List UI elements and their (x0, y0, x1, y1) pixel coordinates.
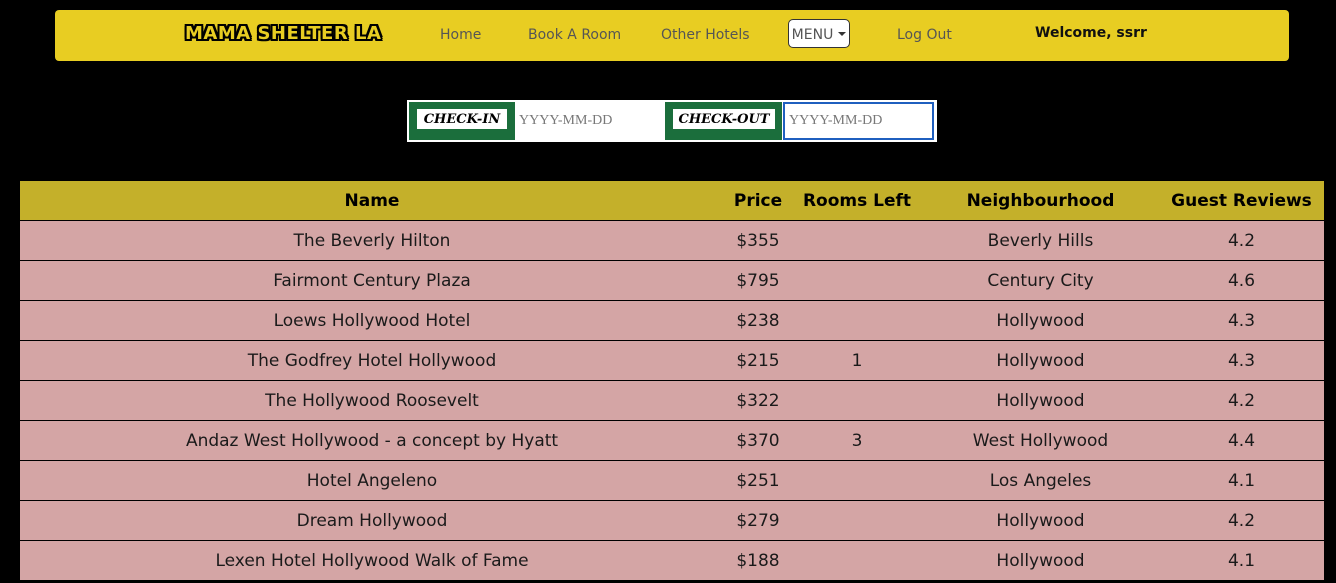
menu-dropdown-button[interactable]: MENU (788, 19, 850, 48)
hotel-rating: 4.3 (1159, 300, 1324, 341)
hotel-neighbourhood: Hollywood (922, 380, 1159, 421)
nav-other-hotels-link[interactable]: Other Hotels (661, 27, 750, 43)
navbar: MAMA SHELTER LA Home Book A Room Other H… (55, 10, 1289, 61)
hotel-price: $215 (724, 340, 792, 381)
hotel-name: Dream Hollywood (20, 500, 724, 541)
table-row[interactable]: The Hollywood Roosevelt $322 Hollywood 4… (20, 380, 1324, 421)
hotel-rating: 4.1 (1159, 460, 1324, 501)
hotel-rooms-left (792, 260, 922, 301)
hotel-rating: 4.2 (1159, 500, 1324, 541)
hotel-rooms-left (792, 460, 922, 501)
hotel-rooms-left (792, 220, 922, 261)
hotel-price: $251 (724, 460, 792, 501)
table-header-row: Name Price Rooms Left Neighbourhood Gues… (20, 181, 1324, 221)
hotel-rating: 4.4 (1159, 420, 1324, 461)
hotel-name: Loews Hollywood Hotel (20, 300, 724, 341)
checkout-label: CHECK-OUT (672, 108, 776, 130)
hotel-rating: 4.2 (1159, 380, 1324, 421)
brand-logo[interactable]: MAMA SHELTER LA (185, 23, 381, 44)
header-name[interactable]: Name (20, 181, 724, 221)
hotel-name: The Godfrey Hotel Hollywood (20, 340, 724, 381)
nav-home-link[interactable]: Home (440, 27, 481, 43)
hotel-rating: 4.1 (1159, 540, 1324, 580)
hotel-rating: 4.2 (1159, 220, 1324, 261)
hotel-rating: 4.6 (1159, 260, 1324, 301)
hotel-price: $188 (724, 540, 792, 580)
checkout-input[interactable] (783, 102, 934, 140)
checkin-label: CHECK-IN (416, 108, 508, 130)
hotel-rooms-left (792, 500, 922, 541)
hotels-table: Name Price Rooms Left Neighbourhood Gues… (20, 181, 1324, 580)
hotel-neighbourhood: Hollywood (922, 500, 1159, 541)
hotel-rooms-left (792, 380, 922, 421)
hotel-neighbourhood: Hollywood (922, 540, 1159, 580)
caret-down-icon (838, 32, 847, 36)
date-picker-bar: CHECK-IN CHECK-OUT (407, 100, 937, 142)
hotel-price: $279 (724, 500, 792, 541)
table-row[interactable]: Loews Hollywood Hotel $238 Hollywood 4.3 (20, 300, 1324, 341)
hotel-rooms-left (792, 300, 922, 341)
hotel-neighbourhood: Hollywood (922, 340, 1159, 381)
welcome-text: Welcome, ssrr (1035, 25, 1147, 41)
header-guest-reviews[interactable]: Guest Reviews (1159, 181, 1324, 221)
hotel-rooms-left (792, 540, 922, 580)
hotel-neighbourhood: Los Angeles (922, 460, 1159, 501)
logout-link[interactable]: Log Out (897, 27, 952, 43)
hotel-price: $795 (724, 260, 792, 301)
table-row[interactable]: Lexen Hotel Hollywood Walk of Fame $188 … (20, 540, 1324, 580)
hotel-neighbourhood: Hollywood (922, 300, 1159, 341)
table-row[interactable]: Andaz West Hollywood - a concept by Hyat… (20, 420, 1324, 461)
hotel-name: Andaz West Hollywood - a concept by Hyat… (20, 420, 724, 461)
header-price[interactable]: Price (724, 181, 792, 221)
hotel-name: The Beverly Hilton (20, 220, 724, 261)
hotel-price: $370 (724, 420, 792, 461)
hotel-name: Fairmont Century Plaza (20, 260, 724, 301)
hotel-rooms-left: 1 (792, 340, 922, 381)
hotel-price: $322 (724, 380, 792, 421)
table-row[interactable]: The Godfrey Hotel Hollywood $215 1 Holly… (20, 340, 1324, 381)
nav-book-room-link[interactable]: Book A Room (528, 27, 621, 43)
header-rooms-left[interactable]: Rooms Left (792, 181, 922, 221)
hotel-rating: 4.3 (1159, 340, 1324, 381)
hotel-name: Lexen Hotel Hollywood Walk of Fame (20, 540, 724, 580)
hotel-price: $238 (724, 300, 792, 341)
table-row[interactable]: The Beverly Hilton $355 Beverly Hills 4.… (20, 220, 1324, 261)
header-neighbourhood[interactable]: Neighbourhood (922, 181, 1159, 221)
menu-label: MENU (791, 27, 834, 43)
hotel-name: The Hollywood Roosevelt (20, 380, 724, 421)
hotel-neighbourhood: Century City (922, 260, 1159, 301)
hotel-neighbourhood: West Hollywood (922, 420, 1159, 461)
table-row[interactable]: Dream Hollywood $279 Hollywood 4.2 (20, 500, 1324, 541)
hotel-neighbourhood: Beverly Hills (922, 220, 1159, 261)
table-row[interactable]: Fairmont Century Plaza $795 Century City… (20, 260, 1324, 301)
hotel-price: $355 (724, 220, 792, 261)
hotel-rooms-left: 3 (792, 420, 922, 461)
checkin-input[interactable] (515, 102, 665, 140)
hotel-name: Hotel Angeleno (20, 460, 724, 501)
table-row[interactable]: Hotel Angeleno $251 Los Angeles 4.1 (20, 460, 1324, 501)
